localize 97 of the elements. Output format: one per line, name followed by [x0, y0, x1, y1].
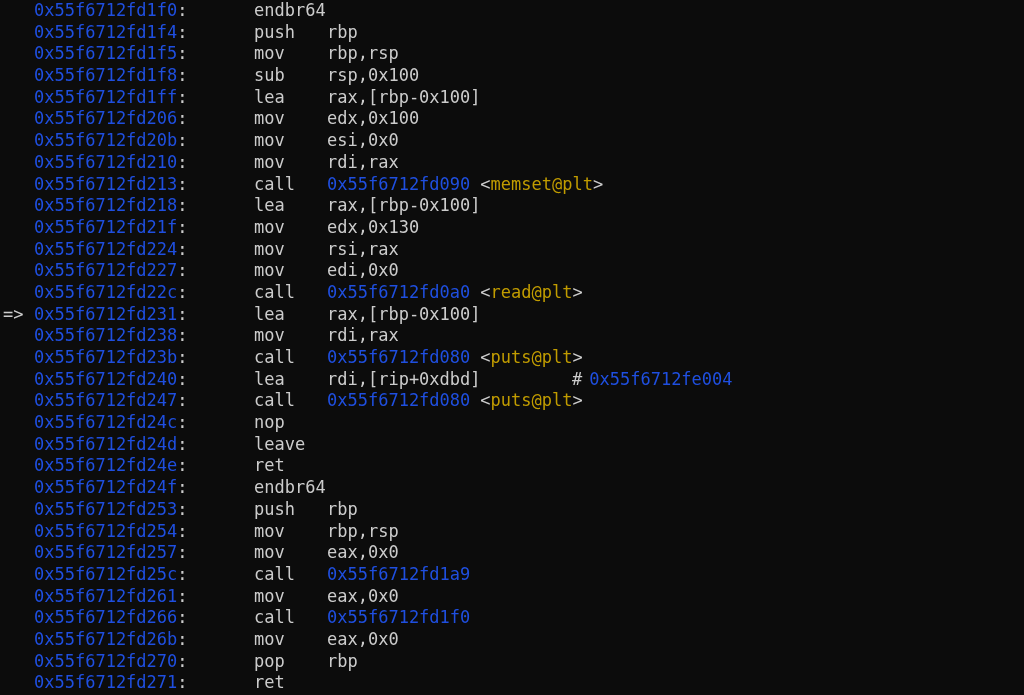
symbol-name: <puts@plt> [480, 390, 583, 413]
call-target-address: 0x55f6712fd080 [327, 390, 471, 413]
mnemonic: mov [254, 628, 285, 649]
instruction-address: 0x55f6712fd20b: [34, 130, 188, 151]
operands: rax,[rbp-0x100] [327, 195, 481, 217]
operands: edi,0x0 [327, 260, 399, 282]
instruction-address: 0x55f6712fd24f: [34, 477, 188, 498]
instruction-address: 0x55f6712fd22c: [34, 281, 188, 302]
operands: rdi,rax [327, 151, 399, 174]
mnemonic: mov [254, 43, 285, 64]
mnemonic: mov [254, 216, 285, 237]
instruction-address: 0x55f6712fd210: [34, 151, 188, 172]
instruction-address: 0x55f6712fd247: [34, 390, 188, 411]
operands: rdi,[rip+0xdbd] [327, 368, 481, 391]
operands: rdi,rax [327, 325, 399, 347]
instruction-address: 0x55f6712fd206: [34, 108, 188, 129]
instruction-address: 0x55f6712fd231: [34, 303, 188, 324]
operands: rax,[rbp-0x100] [327, 86, 481, 109]
mnemonic: mov [254, 325, 285, 346]
instruction-address: 0x55f6712fd25c: [34, 563, 188, 584]
instruction-address: 0x55f6712fd254: [34, 520, 188, 541]
mnemonic: mov [254, 130, 285, 151]
operands: edx,0x130 [327, 216, 420, 239]
current-line-marker: => [3, 303, 24, 324]
symbol-name: <memset@plt> [480, 173, 604, 196]
operands: eax,0x0 [327, 585, 399, 608]
operands: edx,0x100 [327, 108, 420, 131]
mnemonic: mov [254, 585, 285, 606]
mnemonic: call [254, 563, 295, 584]
mnemonic: push [254, 498, 295, 519]
operands: rbp,rsp [327, 43, 399, 66]
symbol-name: <read@plt> [480, 281, 583, 304]
mnemonic: nop [254, 412, 285, 433]
operands: rbp [327, 498, 358, 521]
operands: rbp,rsp [327, 520, 399, 543]
operands: rsi,rax [327, 238, 399, 261]
instruction-address: 0x55f6712fd257: [34, 542, 188, 563]
mnemonic: mov [254, 520, 285, 541]
instruction-address: 0x55f6712fd227: [34, 260, 188, 281]
instruction-address: 0x55f6712fd26b: [34, 628, 188, 649]
instruction-address: 0x55f6712fd238: [34, 325, 188, 346]
mnemonic: push [254, 21, 295, 42]
mnemonic: mov [254, 542, 285, 563]
mnemonic: mov [254, 260, 285, 281]
call-target-address: 0x55f6712fd080 [327, 347, 471, 369]
mnemonic: mov [254, 238, 285, 259]
instruction-address: 0x55f6712fd24d: [34, 433, 188, 454]
call-target-address: 0x55f6712fd090 [327, 173, 471, 196]
mnemonic: sub [254, 65, 285, 86]
instruction-address: 0x55f6712fd224: [34, 238, 188, 259]
instruction-address: 0x55f6712fd1f5: [34, 43, 188, 64]
instruction-address: 0x55f6712fd266: [34, 607, 188, 628]
symbol-name: <puts@plt> [480, 347, 583, 369]
mnemonic: call [254, 173, 295, 194]
instruction-address: 0x55f6712fd253: [34, 498, 188, 519]
mnemonic: endbr64 [254, 0, 326, 20]
mnemonic: pop [254, 650, 285, 671]
instruction-address: 0x55f6712fd24c: [34, 412, 188, 433]
operands: rbp [327, 650, 358, 673]
mnemonic: lea [254, 195, 285, 216]
mnemonic: call [254, 607, 295, 628]
mnemonic: mov [254, 108, 285, 129]
instruction-address: 0x55f6712fd1f4: [34, 21, 188, 42]
mnemonic: call [254, 390, 295, 411]
mnemonic: mov [254, 151, 285, 172]
mnemonic: ret [254, 672, 285, 693]
mnemonic: leave [254, 433, 306, 454]
mnemonic: ret [254, 455, 285, 476]
comment-mark: # [572, 368, 583, 391]
instruction-address: 0x55f6712fd270: [34, 650, 188, 671]
operands: esi,0x0 [327, 130, 399, 152]
instruction-address: 0x55f6712fd1f8: [34, 65, 188, 86]
mnemonic: lea [254, 303, 285, 324]
instruction-address: 0x55f6712fd1ff: [34, 86, 188, 107]
instruction-address: 0x55f6712fd218: [34, 195, 188, 216]
call-target-address: 0x55f6712fd1a9 [327, 563, 471, 586]
instruction-address: 0x55f6712fd261: [34, 585, 188, 606]
call-target-address: 0x55f6712fd1f0 [327, 607, 471, 629]
comment-address: 0x55f6712fe004 [589, 368, 733, 391]
call-target-address: 0x55f6712fd0a0 [327, 281, 471, 304]
mnemonic: lea [254, 368, 285, 389]
operands: eax,0x0 [327, 542, 399, 564]
operands: eax,0x0 [327, 628, 399, 651]
instruction-address: 0x55f6712fd21f: [34, 216, 188, 237]
mnemonic: endbr64 [254, 477, 326, 498]
operands: rsp,0x100 [327, 65, 420, 87]
mnemonic: lea [254, 86, 285, 107]
operands: rax,[rbp-0x100] [327, 303, 481, 326]
instruction-address: 0x55f6712fd24e: [34, 455, 188, 476]
mnemonic: call [254, 347, 295, 367]
instruction-address: 0x55f6712fd271: [34, 672, 188, 693]
instruction-address: 0x55f6712fd213: [34, 173, 188, 194]
instruction-address: 0x55f6712fd240: [34, 368, 188, 389]
instruction-address: 0x55f6712fd23b: [34, 347, 188, 367]
mnemonic: call [254, 281, 295, 302]
instruction-address: 0x55f6712fd1f0: [34, 0, 188, 20]
operands: rbp [327, 21, 358, 44]
